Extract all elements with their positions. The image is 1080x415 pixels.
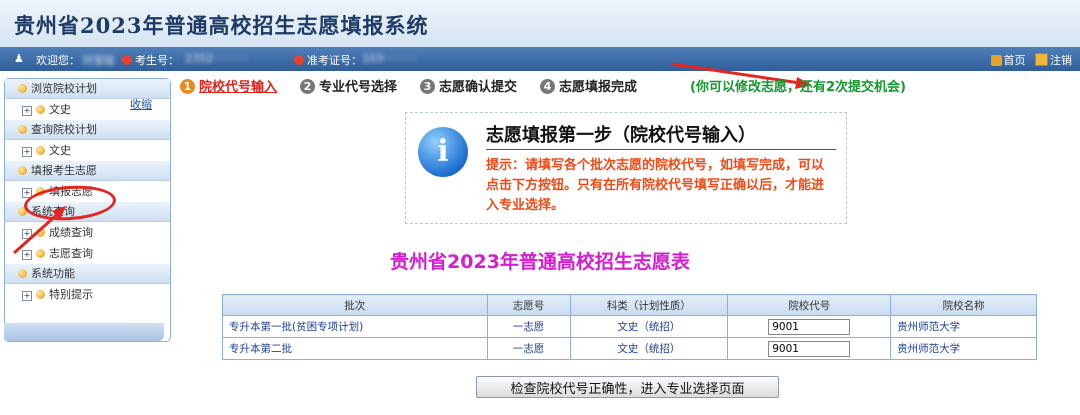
col-choice-no: 志愿号 <box>486 294 571 316</box>
col-batch: 批次 <box>222 294 488 316</box>
step-4: 4 志愿填报完成 <box>540 76 637 95</box>
info-box: i 志愿填报第一步（院校代号输入） 提示：请填写各个批次志愿的院校代号，如填写完… <box>405 112 847 224</box>
step-3: 3 志愿确认提交 <box>420 76 517 95</box>
table-row: 专升本第一批(贫困专项计划) 一志愿 文史（统招） 贵州师范大学 <box>222 315 1037 338</box>
school-name-cell: 贵州师范大学 <box>890 315 1037 338</box>
school-code-cell <box>727 337 892 360</box>
step-2: 2 专业代号选择 <box>300 76 397 95</box>
category-cell: 文史（统招） <box>569 315 729 338</box>
choice-table: 批次 志愿号 科类（计划性质） 院校代号 院校名称 专升本第一批(贫困专项计划)… <box>222 294 1037 360</box>
batch-cell: 专升本第二批 <box>222 337 488 360</box>
info-icon: i <box>418 127 468 177</box>
remaining-submissions-hint: (你可以修改志愿，还有2次提交机会) <box>690 80 906 95</box>
check-code-button[interactable]: 检查院校代号正确性，进入专业选择页面 <box>476 376 779 398</box>
divider <box>486 149 836 150</box>
table-row: 专升本第二批 一志愿 文史（统招） 贵州师范大学 <box>222 337 1037 360</box>
school-name-cell: 贵州师范大学 <box>890 337 1037 360</box>
school-code-input[interactable] <box>768 340 851 357</box>
school-code-input[interactable] <box>768 318 851 335</box>
batch-cell: 专升本第一批(贫困专项计划) <box>222 315 488 338</box>
school-code-cell <box>727 315 892 338</box>
form-title: 贵州省2023年普通高校招生志愿表 <box>390 251 690 273</box>
step-1: 1 院校代号输入 <box>180 76 277 95</box>
col-school-code: 院校代号 <box>727 294 892 316</box>
category-cell: 文史（统招） <box>569 337 729 360</box>
choice-cell: 一志愿 <box>486 337 571 360</box>
col-school-name: 院校名称 <box>890 294 1037 316</box>
table-header-row: 批次 志愿号 科类（计划性质） 院校代号 院校名称 <box>222 294 1037 316</box>
choice-cell: 一志愿 <box>486 315 571 338</box>
info-title: 志愿填报第一步（院校代号输入） <box>486 125 756 146</box>
info-text: 提示：请填写各个批次志愿的院校代号，如填写完成，可以点击下方按钮。只有在所有院校… <box>486 158 825 213</box>
col-category: 科类（计划性质） <box>569 294 729 316</box>
